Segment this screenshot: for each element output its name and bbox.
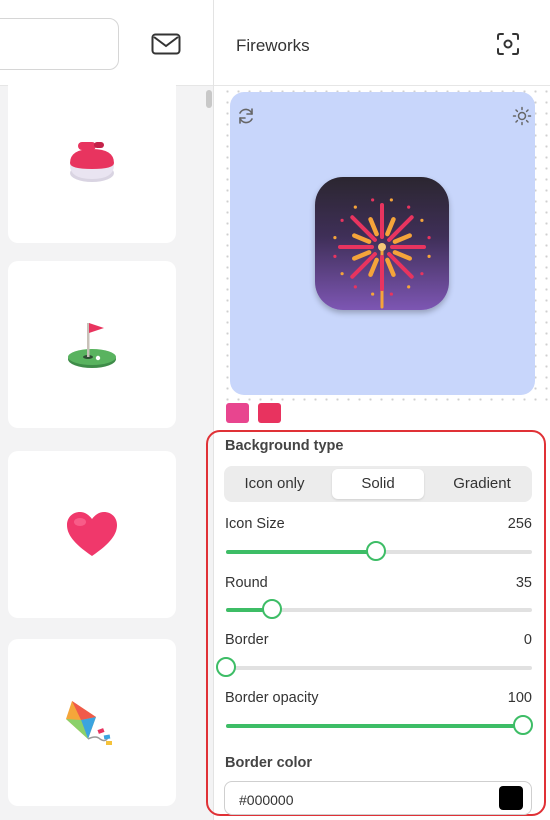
- screenshot-focus-icon[interactable]: [496, 32, 520, 56]
- border-slider[interactable]: [216, 657, 532, 677]
- icon-list-panel: [0, 0, 214, 820]
- envelope-icon[interactable]: [150, 31, 182, 57]
- border-opacity-slider[interactable]: [226, 715, 533, 735]
- color-swatch-2[interactable]: [258, 403, 281, 423]
- border-color-swatch[interactable]: [499, 786, 523, 810]
- icon-size-label: Icon Size: [225, 516, 285, 532]
- icon-size-value: 256: [507, 516, 532, 532]
- color-swatch-1[interactable]: [226, 403, 249, 423]
- border-opacity-label: Border opacity: [225, 690, 319, 706]
- border-color-value: #000000: [239, 792, 294, 808]
- background-type-selector: Icon only Solid Gradient: [224, 466, 532, 502]
- border-label: Border: [225, 632, 269, 648]
- red-heart-icon: [67, 511, 117, 556]
- icon-card-golf-flag[interactable]: [8, 261, 176, 428]
- border-value: 0: [523, 632, 532, 648]
- icon-size-slider[interactable]: [226, 541, 532, 561]
- round-value: 35: [515, 575, 532, 591]
- round-slider-thumb[interactable]: [261, 599, 282, 619]
- refresh-icon[interactable]: [236, 106, 256, 126]
- border-opacity-value: 100: [507, 690, 532, 706]
- background-type-label: Background type: [225, 438, 344, 454]
- round-label: Round: [225, 575, 268, 591]
- kite-icon: [66, 700, 112, 745]
- icon-size-slider-fill: [226, 550, 376, 554]
- left-header: [0, 0, 213, 86]
- sun-icon[interactable]: [512, 106, 532, 126]
- curling-stone-icon: [70, 141, 114, 182]
- icon-editor-panel: Fireworks Background type Icon only Soli…: [206, 0, 550, 820]
- fireworks-icon: [315, 177, 449, 310]
- search-input[interactable]: [0, 18, 119, 70]
- icon-card-curling-stone[interactable]: [8, 76, 176, 243]
- scrollbar-thumb[interactable]: [206, 90, 212, 108]
- border-slider-thumb[interactable]: [216, 657, 236, 677]
- round-slider[interactable]: [226, 599, 532, 619]
- flag-in-hole-icon: [68, 322, 116, 368]
- option-gradient[interactable]: Gradient: [434, 469, 530, 499]
- icon-card-heart[interactable]: [8, 451, 176, 618]
- editor-header: Fireworks: [214, 0, 550, 86]
- border-opacity-slider-fill: [226, 724, 523, 728]
- option-solid[interactable]: Solid: [332, 469, 424, 499]
- border-color-input[interactable]: #000000: [224, 781, 532, 815]
- icon-size-slider-thumb[interactable]: [365, 541, 386, 561]
- border-opacity-slider-thumb[interactable]: [512, 715, 533, 735]
- option-icon-only[interactable]: Icon only: [227, 469, 322, 499]
- page-title: Fireworks: [236, 36, 310, 55]
- icon-card-kite[interactable]: [8, 639, 176, 806]
- border-color-label: Border color: [225, 755, 313, 771]
